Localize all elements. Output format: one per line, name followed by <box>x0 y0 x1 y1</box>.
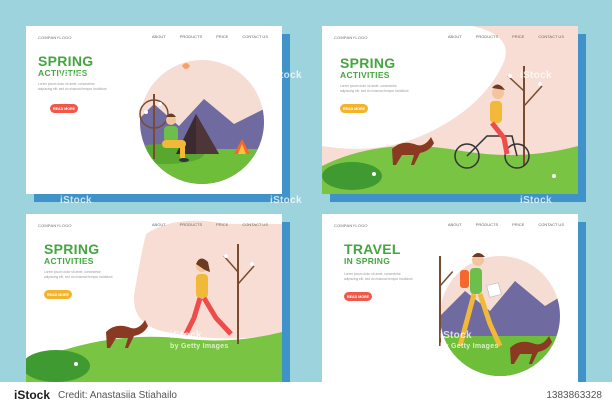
landing-page-1: COMPANYLOGO ABOUT PRODUCTS PRICE CONTACT… <box>26 26 282 194</box>
read-more-button[interactable]: READ MORE <box>50 104 78 113</box>
read-more-button[interactable]: READ MORE <box>344 292 372 301</box>
image-id: 1383863328 <box>546 389 602 401</box>
company-logo[interactable]: COMPANYLOGO <box>334 223 368 228</box>
credit-text: Credit: Anastasiia Stiahailo <box>58 389 177 401</box>
watermark-3: iStock <box>520 70 552 81</box>
hero-title-line1: TRAVEL <box>344 241 401 257</box>
nav-contact-us[interactable]: CONTACT US <box>242 34 268 39</box>
stock-credit-bar: iStock Credit: Anastasiia Stiahailo 1383… <box>0 382 612 408</box>
hero-description: Lorem ipsum dolor sit amet, consectetur … <box>38 82 107 91</box>
watermark-4: iStock <box>60 195 92 206</box>
watermark-2: iStock <box>270 70 302 81</box>
hero-title-line2: IN SPRING <box>344 256 391 266</box>
hero-description: Lorem ipsum dolor sit amet, consectetur … <box>344 272 413 281</box>
nav-price[interactable]: PRICE <box>216 34 228 39</box>
company-logo[interactable]: COMPANYLOGO <box>38 35 72 40</box>
watermark-8: iStock <box>440 330 472 341</box>
cyclist-illustration <box>322 66 556 190</box>
watermark-credit-2: by Getty Images <box>440 343 499 350</box>
nav-about[interactable]: ABOUT <box>152 34 166 39</box>
landing-page-4: COMPANYLOGO ABOUT PRODUCTS PRICE CONTACT… <box>322 214 578 382</box>
watermark-credit-1: by Getty Images <box>170 343 229 350</box>
watermark-7: iStock <box>170 330 202 341</box>
landing-page-3: COMPANYLOGO ABOUT PRODUCTS PRICE CONTACT… <box>26 214 282 382</box>
nav-menu: ABOUT PRODUCTS PRICE CONTACT US <box>152 34 268 39</box>
nav-products[interactable]: PRODUCTS <box>180 34 202 39</box>
hero-title-line1: SPRING <box>38 53 94 69</box>
istock-logo: iStock <box>14 388 51 402</box>
watermark-1: iStock <box>60 70 92 81</box>
hero-title: TRAVEL IN SPRING <box>344 242 401 266</box>
runner-illustration <box>26 244 255 382</box>
camping-illustration <box>139 60 264 184</box>
watermark-6: iStock <box>520 195 552 206</box>
watermark-5: iStock <box>270 195 302 206</box>
landing-page-2: COMPANYLOGO ABOUT PRODUCTS PRICE CONTACT… <box>322 26 578 194</box>
hiker-illustration <box>439 253 560 376</box>
